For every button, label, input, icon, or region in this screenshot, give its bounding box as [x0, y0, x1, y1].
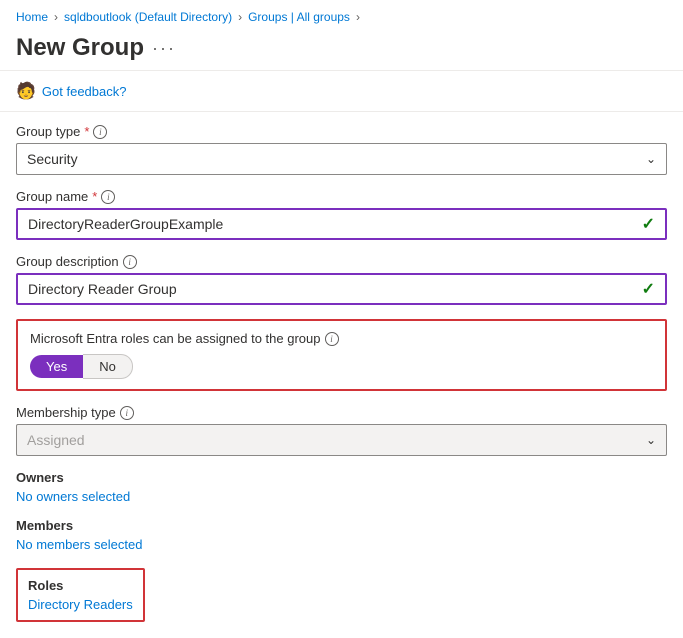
roles-box: Roles Directory Readers [16, 568, 145, 622]
group-type-info-icon[interactable]: i [93, 125, 107, 139]
group-description-field: Group description i Directory Reader Gro… [16, 254, 667, 305]
group-description-value: Directory Reader Group [28, 281, 177, 297]
membership-type-info-icon[interactable]: i [120, 406, 134, 420]
group-description-info-icon[interactable]: i [123, 255, 137, 269]
group-description-label: Group description i [16, 254, 667, 269]
membership-type-chevron-icon: ⌄ [646, 433, 656, 447]
membership-type-dropdown: Assigned ⌄ [16, 424, 667, 456]
group-type-label: Group type * i [16, 124, 667, 139]
breadcrumb-directory[interactable]: sqldboutlook (Default Directory) [64, 10, 232, 24]
group-type-value: Security [27, 151, 78, 167]
owners-section: Owners No owners selected [16, 470, 667, 504]
entra-toggle: Yes No [30, 354, 653, 379]
group-type-field: Group type * i Security ⌄ [16, 124, 667, 175]
entra-roles-label: Microsoft Entra roles can be assigned to… [30, 331, 653, 346]
form-container: Group type * i Security ⌄ Group name * i… [0, 112, 683, 638]
entra-roles-box: Microsoft Entra roles can be assigned to… [16, 319, 667, 391]
feedback-row[interactable]: 🧑 Got feedback? [0, 71, 683, 111]
group-description-check-icon: ✓ [642, 279, 655, 299]
required-star-name: * [92, 189, 97, 204]
no-members-link[interactable]: No members selected [16, 537, 667, 552]
more-options-icon[interactable]: ··· [152, 38, 176, 59]
roles-title: Roles [28, 578, 133, 593]
owners-label: Owners [16, 470, 667, 485]
members-section: Members No members selected [16, 518, 667, 552]
group-name-field: Group name * i DirectoryReaderGroupExamp… [16, 189, 667, 240]
page-header: New Group ··· [0, 30, 683, 70]
toggle-no-button[interactable]: No [83, 354, 133, 379]
feedback-icon: 🧑 [16, 81, 36, 101]
members-label: Members [16, 518, 667, 533]
membership-type-value: Assigned [27, 432, 85, 448]
no-owners-link[interactable]: No owners selected [16, 489, 667, 504]
membership-type-field: Membership type i Assigned ⌄ [16, 405, 667, 456]
breadcrumb-home[interactable]: Home [16, 10, 48, 24]
feedback-label: Got feedback? [42, 84, 127, 99]
group-name-label: Group name * i [16, 189, 667, 204]
roles-section: Roles Directory Readers [16, 566, 667, 622]
required-star: * [84, 124, 89, 139]
group-type-chevron-icon: ⌄ [646, 152, 656, 166]
group-description-input[interactable]: Directory Reader Group ✓ [16, 273, 667, 305]
entra-roles-info-icon[interactable]: i [325, 332, 339, 346]
breadcrumb: Home › sqldboutlook (Default Directory) … [0, 0, 683, 30]
breadcrumb-groups[interactable]: Groups | All groups [248, 10, 350, 24]
group-type-dropdown[interactable]: Security ⌄ [16, 143, 667, 175]
toggle-yes-button[interactable]: Yes [30, 355, 83, 378]
roles-link[interactable]: Directory Readers [28, 597, 133, 612]
group-name-check-icon: ✓ [642, 214, 655, 234]
group-name-info-icon[interactable]: i [101, 190, 115, 204]
membership-type-label: Membership type i [16, 405, 667, 420]
group-name-input[interactable]: DirectoryReaderGroupExample ✓ [16, 208, 667, 240]
group-name-value: DirectoryReaderGroupExample [28, 216, 223, 232]
page-title: New Group [16, 34, 144, 62]
